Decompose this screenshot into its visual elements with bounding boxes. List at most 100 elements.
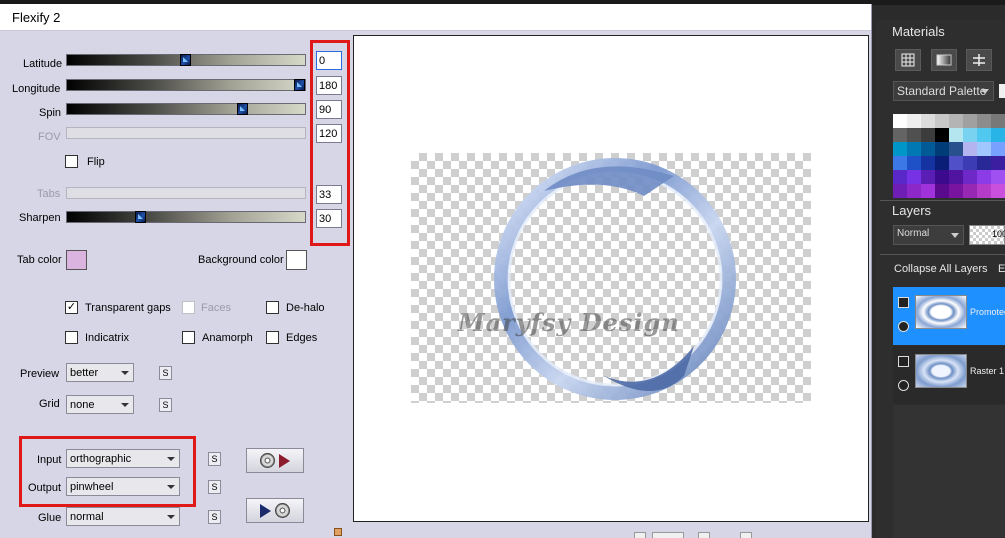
- chevron-down-icon: [981, 89, 989, 94]
- preview-s-button[interactable]: S: [159, 366, 172, 380]
- latitude-slider-thumb[interactable]: [180, 54, 191, 66]
- layer-group-icon: [898, 297, 909, 308]
- palette-select[interactable]: Standard Palette: [893, 81, 994, 101]
- flip-label: Flip: [87, 156, 105, 168]
- preview-select[interactable]: better: [66, 363, 134, 382]
- de-halo-label: De-halo: [286, 302, 325, 314]
- materials-title: Materials: [892, 24, 945, 39]
- eye-icon[interactable]: [898, 380, 909, 391]
- sharpen-slider-thumb[interactable]: [135, 211, 146, 223]
- anamorph-checkbox[interactable]: [182, 331, 195, 344]
- preview-ring-image: [494, 158, 736, 400]
- grid-select[interactable]: none: [66, 395, 134, 414]
- panel-divider: [880, 254, 1005, 255]
- anamorph-label: Anamorph: [202, 332, 253, 344]
- edges-label: Edges: [286, 332, 318, 344]
- preview-canvas[interactable]: Maryfsy Design: [353, 35, 869, 522]
- sharpen-label: Sharpen: [19, 212, 61, 224]
- spin-label: Spin: [39, 107, 62, 119]
- tab-color-swatch[interactable]: [66, 250, 87, 270]
- layer-thumbnail: [915, 354, 967, 388]
- flip-checkbox[interactable]: [65, 155, 78, 168]
- eye-icon[interactable]: [898, 321, 909, 332]
- disc-icon: [260, 453, 275, 468]
- layer-item-raster-1[interactable]: Raster 1: [893, 346, 1005, 404]
- chevron-down-icon: [121, 403, 129, 407]
- glue-select[interactable]: normal: [66, 507, 180, 526]
- adjust-tab-icon[interactable]: [966, 49, 992, 71]
- background-color-label: Background color: [198, 254, 284, 266]
- palette-options-icon[interactable]: [999, 84, 1005, 98]
- glue-label: Glue: [38, 512, 62, 524]
- blend-mode-select[interactable]: Normal: [893, 225, 964, 245]
- output-s-button[interactable]: S: [208, 480, 221, 494]
- swatches-tab-icon[interactable]: [895, 49, 921, 71]
- latitude-slider[interactable]: [66, 54, 306, 66]
- input-preset-button[interactable]: [246, 448, 304, 473]
- layer-thumbnail: [915, 295, 967, 329]
- glue-select-value: normal: [70, 511, 104, 523]
- window-title: Flexify 2: [12, 10, 61, 25]
- chevron-down-icon: [951, 233, 959, 238]
- title-bar: Flexify 2: [0, 4, 871, 31]
- color-palette[interactable]: [893, 114, 1005, 198]
- panel-divider: [880, 200, 1005, 201]
- longitude-slider[interactable]: [66, 79, 306, 91]
- play-icon: [260, 504, 271, 518]
- indicatrix-label: Indicatrix: [85, 332, 130, 344]
- layers-empty-area: [893, 405, 1005, 538]
- fov-slider: [66, 127, 306, 139]
- input-s-button[interactable]: S: [208, 452, 221, 466]
- layers-title: Layers: [892, 203, 932, 218]
- opacity-field[interactable]: 100: [969, 225, 1005, 245]
- collapse-all-layers-button[interactable]: Collapse All Layers: [894, 263, 988, 275]
- output-preset-button[interactable]: [246, 498, 304, 523]
- de-halo-checkbox[interactable]: [266, 301, 279, 314]
- layer-name: Promoted: [970, 307, 1005, 317]
- highlight-box-values: [310, 40, 350, 246]
- grid-s-button[interactable]: S: [159, 398, 172, 412]
- longitude-label: Longitude: [12, 83, 61, 95]
- spin-slider-thumb[interactable]: [237, 103, 248, 115]
- tab-color-label: Tab color: [17, 254, 62, 266]
- disc-icon: [275, 503, 290, 518]
- background-color-swatch[interactable]: [286, 250, 307, 270]
- highlight-box-input-output: [19, 436, 196, 507]
- layers-toolbar-extra[interactable]: E: [998, 263, 1005, 275]
- opacity-value: 100: [992, 229, 1005, 239]
- scroll-control[interactable]: [698, 532, 710, 538]
- glue-s-button[interactable]: S: [208, 510, 221, 524]
- grid-select-value: none: [70, 399, 95, 411]
- chevron-down-icon: [167, 515, 175, 519]
- zoom-field[interactable]: [652, 532, 684, 538]
- play-icon: [279, 454, 290, 468]
- transparent-gaps-checkbox[interactable]: ✓: [65, 301, 78, 314]
- resize-grip[interactable]: [334, 528, 342, 536]
- faces-label: Faces: [201, 302, 231, 314]
- indicatrix-checkbox[interactable]: [65, 331, 78, 344]
- layer-item-promoted[interactable]: Promoted: [893, 287, 1005, 345]
- tabs-slider: [66, 187, 306, 199]
- fov-label: FOV: [38, 131, 61, 143]
- blend-mode-value: Normal: [897, 228, 930, 239]
- sharpen-slider[interactable]: [66, 211, 306, 223]
- flexify-dialog: Flexify 2 Latitude 0 Longitude 180 Spin …: [0, 4, 872, 538]
- scroll-control[interactable]: [740, 532, 752, 538]
- chevron-down-icon: [121, 371, 129, 375]
- preview-select-value: better: [70, 367, 99, 379]
- scroll-control[interactable]: [634, 532, 646, 538]
- layer-name: Raster 1: [970, 366, 1005, 376]
- tabs-label: Tabs: [37, 188, 61, 200]
- transparent-gaps-label: Transparent gaps: [85, 302, 171, 314]
- spin-slider[interactable]: [66, 103, 306, 115]
- faces-checkbox: [182, 301, 195, 314]
- edges-checkbox[interactable]: [266, 331, 279, 344]
- gradient-tab-icon[interactable]: [931, 49, 957, 71]
- layer-group-icon: [898, 356, 909, 367]
- watermark-text: Maryfsy Design: [458, 308, 680, 337]
- longitude-slider-thumb[interactable]: [294, 79, 305, 91]
- grid-label: Grid: [39, 398, 60, 410]
- latitude-label: Latitude: [23, 58, 63, 70]
- palette-select-value: Standard Palette: [897, 84, 987, 98]
- preview-label: Preview: [20, 368, 60, 380]
